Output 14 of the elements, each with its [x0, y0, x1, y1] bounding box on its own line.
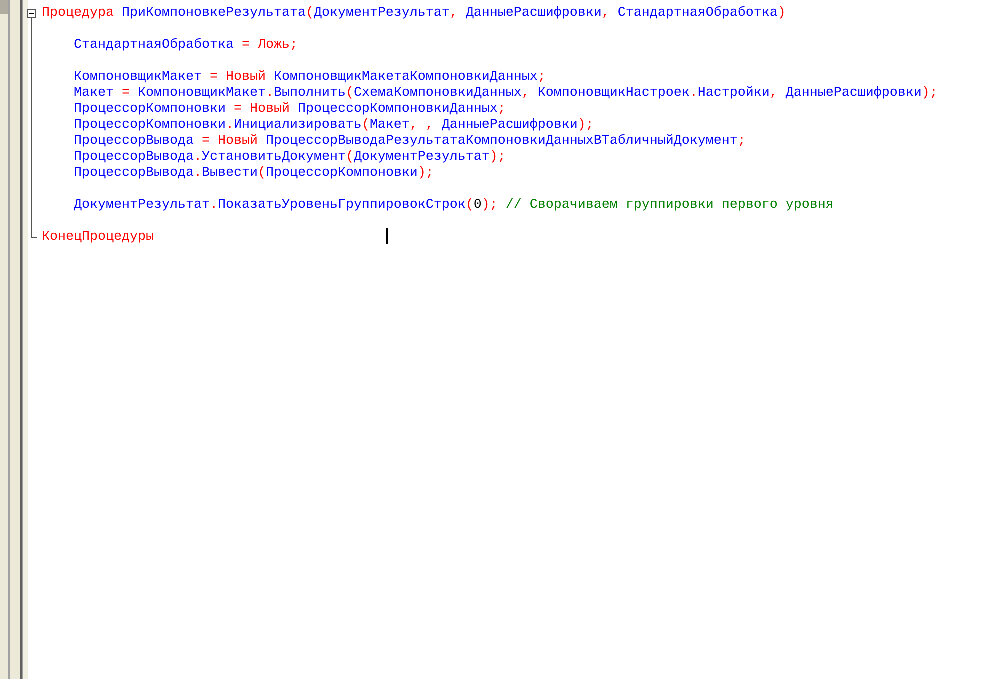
collapse-toggle-icon[interactable]: [27, 9, 36, 18]
code-line: КонецПроцедуры: [42, 230, 154, 245]
code-line: ПроцессорВывода = Новый ПроцессорВыводаРезультатаКомпоновкиДанныхВТабличныйДокумент;: [72, 134, 747, 150]
code-line: ПроцессорКомпоновки = Новый ПроцессорКомпоновкиДанных;: [72, 102, 507, 118]
code-line: ПроцессорКомпоновки.Инициализировать(Макет, , ДанныеРасшифровки);: [72, 118, 595, 134]
code-line: Процедура ПриКомпоновкеРезультата(ДокументРезультат, ДанныеРасшифровки, СтандартнаяОбработка): [42, 6, 787, 22]
code-line: ПроцессорВывода.Вывести(ПроцессорКомпоновки);: [72, 166, 435, 182]
code-line: СтандартнаяОбработка = Ложь;: [72, 38, 299, 54]
code-line: Макет = КомпоновщикМакет.Выполнить(СхемаКомпоновкиДанных, КомпоновщикНастроек.Настройки, ДанныеРасшифровки);: [72, 86, 938, 102]
text-cursor: [386, 228, 388, 244]
code-line: ДокументРезультат.ПоказатьУровеньГруппировокСтрок(0); // Сворачиваем группировки первого уровня: [72, 198, 835, 214]
code-line: ПроцессорВывода.УстановитьДокумент(ДокументРезультат);: [72, 150, 507, 166]
scroll-thumb[interactable]: [0, 0, 8, 14]
code-line: КомпоновщикМакет = Новый КомпоновщикМакетаКомпоновкиДанных;: [72, 70, 547, 86]
